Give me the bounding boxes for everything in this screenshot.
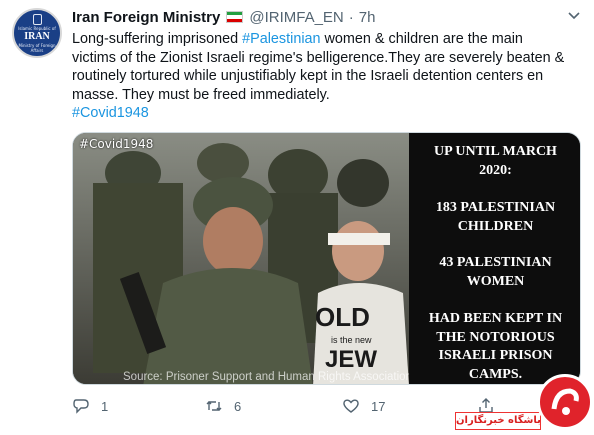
watermark-text: باشگاه خبرنگاران	[455, 412, 541, 430]
tweet-line-2: victims of the Zionist Israeli regime's …	[72, 49, 565, 66]
panel-text: 2020:	[479, 162, 512, 178]
panel-text: THE NOTORIOUS	[436, 329, 555, 345]
hashtag-covid1948-link[interactable]: #Covid1948	[72, 104, 584, 123]
reply-button[interactable]: 1	[72, 397, 108, 415]
shirt-text-1: OLD	[315, 302, 370, 332]
reply-count: 1	[101, 398, 109, 414]
panel-block-1: UP UNTIL MARCH 2020:	[409, 143, 580, 180]
watermark-circle-icon	[537, 374, 593, 430]
retweet-count: 6	[234, 398, 242, 414]
tweet-line-3: routinely tortured while unjustifiably k…	[72, 68, 544, 84]
retweet-icon	[206, 401, 222, 411]
chevron-down-icon[interactable]	[567, 10, 581, 22]
panel-text: UP UNTIL MARCH	[434, 144, 557, 159]
separator-dot: ·	[348, 8, 354, 26]
emblem-icon	[33, 14, 42, 25]
reply-icon	[73, 399, 89, 414]
avatar[interactable]: Islamic Republic of IRAN Ministry of For…	[12, 8, 62, 58]
image-hashtag-overlay: #Covid1948	[79, 137, 154, 151]
avatar-line-3: Ministry of Foreign Affairs	[18, 43, 56, 53]
like-button[interactable]: 17	[342, 397, 385, 415]
timestamp[interactable]: 7h	[359, 9, 376, 26]
panel-text: CHILDREN	[457, 218, 534, 234]
panel-block-2: 183 PALESTINIAN CHILDREN	[409, 199, 580, 236]
account-name[interactable]: Iran Foreign Ministry	[72, 9, 220, 26]
tweet-line-1: Long-suffering imprisoned #Palestinian w…	[72, 30, 584, 49]
tweet-line-1-end: women & children are the main	[320, 31, 523, 47]
tweet-actions: 1 6 17	[72, 397, 512, 417]
panel-text: HAD BEEN KEPT IN	[428, 311, 563, 326]
like-icon	[343, 399, 359, 413]
panel-text: ISRAELI PRISON	[438, 348, 553, 363]
panel-text: 43 PALESTINIAN	[439, 255, 552, 270]
image-source-caption: Source: Prisoner Support and Human Right…	[123, 371, 412, 383]
tweet-line-1-start: Long-suffering imprisoned	[72, 31, 243, 47]
photo-scene: OLD is the new JEW	[73, 133, 409, 384]
like-count: 17	[371, 398, 386, 414]
statistics-panel: UP UNTIL MARCH 2020: 183 PALESTINIAN CHI…	[409, 133, 580, 384]
tweet-image[interactable]: OLD is the new JEW #Covid1948 Source: Pr…	[72, 132, 581, 385]
shirt-text-2: is the new	[331, 335, 372, 345]
panel-block-3: 43 PALESTINIAN WOMEN	[409, 254, 580, 291]
panel-text: 183 PALESTINIAN	[435, 200, 556, 215]
account-handle[interactable]: @IRIMFA_EN	[249, 9, 343, 26]
watermark-logo: باشگاه خبرنگاران	[455, 366, 594, 435]
retweet-button[interactable]: 6	[205, 397, 241, 415]
shirt-text-3: JEW	[325, 346, 377, 373]
tweet-header: Iran Foreign Ministry @IRIMFA_EN · 7h	[72, 7, 375, 27]
watermark-mark-icon	[551, 388, 579, 415]
hashtag-palestinian-link[interactable]: #Palestinian	[242, 31, 320, 47]
flag-icon	[226, 11, 244, 23]
tweet-text: Long-suffering imprisoned #Palestinian w…	[72, 30, 584, 123]
avatar-line-2: IRAN	[24, 31, 50, 42]
tweet-line-4: masse. They must be freed immediately.	[72, 86, 330, 103]
panel-text: WOMEN	[466, 273, 525, 289]
